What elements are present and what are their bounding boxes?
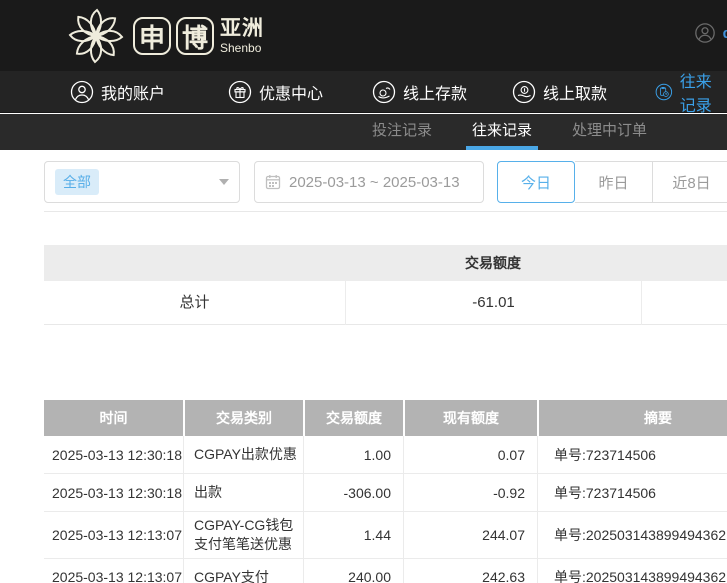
nav-item-deposit[interactable]: 线上存款 — [372, 71, 467, 113]
type-filter-select[interactable]: 全部 — [44, 161, 240, 203]
date-range-picker[interactable]: 2025-03-13 ~ 2025-03-13 — [254, 161, 484, 203]
nav-label: 我的账户 — [101, 80, 165, 104]
date-range-text: 2025-03-13 ~ 2025-03-13 — [289, 174, 460, 191]
user-account-area[interactable]: qh — [694, 22, 727, 44]
brand-logo[interactable]: 申 博 亚洲 Shenbo — [64, 4, 264, 68]
cell-balance: -0.92 — [403, 474, 537, 511]
top-header: 申 博 亚洲 Shenbo qh — [0, 0, 727, 71]
col-header-type: 交易类别 — [183, 400, 303, 436]
last-8-days-button[interactable]: 近8日 — [653, 161, 727, 203]
summary-header-label: 交易额度 — [345, 245, 641, 281]
nav-label: 往来记录 — [680, 68, 727, 116]
table-row: 2025-03-13 12:30:18 CGPAY出款优惠 1.00 0.07 … — [44, 436, 727, 474]
filter-row: 全部 2025-03-13 ~ 2025-03-13 今日 昨日 近8日 — [44, 161, 727, 203]
section-divider — [44, 211, 727, 212]
logo-char-bo: 博 — [176, 17, 214, 55]
tab-processing-orders[interactable]: 处理中订单 — [566, 114, 653, 150]
cell-amount: 1.00 — [303, 436, 403, 473]
col-header-balance: 现有额度 — [403, 400, 537, 436]
cell-balance: 242.63 — [403, 559, 537, 583]
logo-region: 亚洲 Shenbo — [220, 18, 264, 54]
chevron-down-icon — [219, 179, 229, 185]
user-avatar-icon — [694, 22, 716, 44]
cell-summary: 单号:202503143899494362 — [537, 559, 727, 583]
type-filter-selected-tag[interactable]: 全部 — [55, 169, 99, 195]
account-icon — [70, 80, 94, 104]
summary-total-value: -61.01 — [345, 281, 641, 325]
nav-item-withdraw[interactable]: 线上取款 — [512, 71, 607, 113]
cell-type: CGPAY-CG钱包支付笔笔送优惠 — [183, 512, 303, 558]
record-tabs: 投注记录 往来记录 处理中订单 — [352, 114, 667, 150]
today-button[interactable]: 今日 — [497, 161, 575, 203]
col-header-time: 时间 — [44, 400, 183, 436]
summary-empty-cell — [641, 281, 727, 325]
nav-label: 线上存款 — [403, 80, 467, 104]
col-header-amount: 交易额度 — [303, 400, 403, 436]
summary-table: 交易额度 总计 -61.01 — [44, 245, 727, 325]
withdraw-icon — [512, 80, 536, 104]
table-row: 2025-03-13 12:13:07 CGPAY支付 240.00 242.6… — [44, 559, 727, 583]
cell-type: CGPAY出款优惠 — [183, 436, 303, 473]
nav-label: 优惠中心 — [259, 80, 323, 104]
transaction-records-page: 申 博 亚洲 Shenbo qh 我的账户 — [0, 0, 727, 583]
logo-region-en: Shenbo — [220, 42, 264, 54]
nav-item-promotions[interactable]: 优惠中心 — [228, 71, 323, 113]
deposit-icon — [372, 80, 396, 104]
cell-amount: 1.44 — [303, 512, 403, 558]
records-icon — [655, 80, 673, 104]
cell-summary: 单号:723714506 — [537, 474, 727, 511]
summary-total-label: 总计 — [44, 281, 345, 325]
cell-time: 2025-03-13 12:30:18 — [44, 474, 183, 511]
cell-summary: 单号:202503143899494362 — [537, 512, 727, 558]
cell-balance: 0.07 — [403, 436, 537, 473]
cell-type: CGPAY支付 — [183, 559, 303, 583]
cell-type: 出款 — [183, 474, 303, 511]
tab-transaction-records[interactable]: 往来记录 — [466, 114, 538, 150]
gift-icon — [228, 80, 252, 104]
calendar-icon — [265, 174, 281, 190]
logo-region-cn: 亚洲 — [220, 18, 264, 39]
nav-label: 线上取款 — [543, 80, 607, 104]
table-header-row: 时间 交易类别 交易额度 现有额度 摘要 — [44, 400, 727, 436]
cell-time: 2025-03-13 12:13:07 — [44, 512, 183, 558]
logo-char-shen: 申 — [133, 17, 171, 55]
quick-date-buttons: 今日 昨日 近8日 — [497, 161, 727, 203]
cell-time: 2025-03-13 12:30:18 — [44, 436, 183, 473]
record-tabs-bar: 投注记录 往来记录 处理中订单 — [0, 114, 727, 150]
summary-header-row: 交易额度 — [44, 245, 727, 281]
cell-amount: -306.00 — [303, 474, 403, 511]
table-row: 2025-03-13 12:13:07 CGPAY-CG钱包支付笔笔送优惠 1.… — [44, 512, 727, 559]
summary-total-row: 总计 -61.01 — [44, 281, 727, 325]
cell-balance: 244.07 — [403, 512, 537, 558]
transactions-table: 时间 交易类别 交易额度 现有额度 摘要 2025-03-13 12:30:18… — [44, 400, 727, 583]
cell-amount: 240.00 — [303, 559, 403, 583]
nav-item-records[interactable]: 往来记录 — [655, 71, 727, 113]
col-header-summary: 摘要 — [537, 400, 727, 436]
table-row: 2025-03-13 12:30:18 出款 -306.00 -0.92 单号:… — [44, 474, 727, 512]
main-navigation: 我的账户 优惠中心 线上存款 — [0, 71, 727, 113]
yesterday-button[interactable]: 昨日 — [575, 161, 653, 203]
username-text: qh — [723, 25, 727, 42]
nav-item-my-account[interactable]: 我的账户 — [70, 71, 165, 113]
flower-logo-icon — [64, 4, 128, 68]
cell-time: 2025-03-13 12:13:07 — [44, 559, 183, 583]
cell-summary: 单号:723714506 — [537, 436, 727, 473]
tab-betting-records[interactable]: 投注记录 — [366, 114, 438, 150]
